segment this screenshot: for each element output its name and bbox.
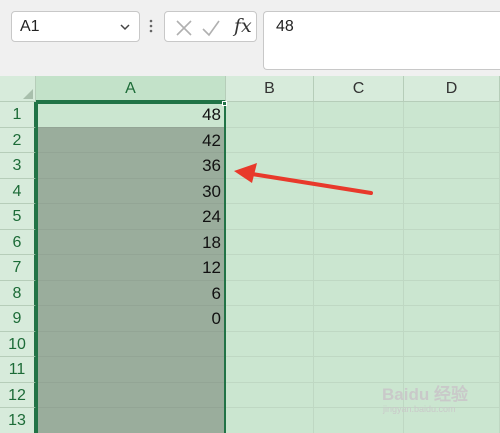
select-all-icon <box>23 89 33 99</box>
formula-buttons: fx <box>164 11 257 42</box>
watermark: Baidu 经验 jingyan.baidu.com <box>378 380 496 430</box>
cell-a1[interactable]: 48 <box>37 102 225 128</box>
cell-d3[interactable] <box>404 153 500 179</box>
cell-d1[interactable] <box>404 102 500 128</box>
cell-b10[interactable] <box>226 331 314 357</box>
cell-b12[interactable] <box>226 382 314 408</box>
row-header-3[interactable]: 3 <box>0 153 36 179</box>
cell-b4[interactable] <box>226 178 314 204</box>
cell-d7[interactable] <box>404 255 500 281</box>
column-header-b[interactable]: B <box>226 76 314 102</box>
name-box-value: A1 <box>20 18 40 35</box>
watermark-brand: Baidu 经验 <box>382 385 468 404</box>
cell-a5[interactable]: 24 <box>37 204 225 230</box>
cell-b6[interactable] <box>226 229 314 255</box>
cell-c8[interactable] <box>314 280 404 306</box>
cell-a2[interactable]: 42 <box>37 127 225 153</box>
select-all-button[interactable] <box>0 76 36 102</box>
row-header-10[interactable]: 10 <box>0 331 36 357</box>
cell-b9[interactable] <box>226 306 314 332</box>
formula-bar: A1 fx 48 <box>0 0 500 76</box>
cell-c1[interactable] <box>314 102 404 128</box>
cell-d9[interactable] <box>404 306 500 332</box>
cell-c3[interactable] <box>314 153 404 179</box>
row-header-7[interactable]: 7 <box>0 255 36 281</box>
row-header-13[interactable]: 13 <box>0 408 36 433</box>
row-header-6[interactable]: 6 <box>0 229 36 255</box>
cell-d4[interactable] <box>404 178 500 204</box>
confirm-icon[interactable] <box>201 18 221 38</box>
cell-c6[interactable] <box>314 229 404 255</box>
chevron-down-icon[interactable] <box>119 21 131 33</box>
fill-handle[interactable] <box>222 101 227 106</box>
cell-d11[interactable] <box>404 357 500 383</box>
cell-a4[interactable]: 30 <box>37 178 225 204</box>
cell-b5[interactable] <box>226 204 314 230</box>
cell-d10[interactable] <box>404 331 500 357</box>
row-header-9[interactable]: 9 <box>0 306 36 332</box>
cell-b3[interactable] <box>226 153 314 179</box>
formula-content: 48 <box>276 18 294 35</box>
cell-a10[interactable] <box>37 331 225 357</box>
name-box[interactable]: A1 <box>11 11 140 42</box>
cell-d5[interactable] <box>404 204 500 230</box>
cell-b2[interactable] <box>226 127 314 153</box>
cell-a3[interactable]: 36 <box>37 153 225 179</box>
cell-b13[interactable] <box>226 408 314 433</box>
cell-a7[interactable]: 12 <box>37 255 225 281</box>
cell-a9[interactable]: 0 <box>37 306 225 332</box>
cell-c9[interactable] <box>314 306 404 332</box>
cell-a8[interactable]: 6 <box>37 280 225 306</box>
row-header-8[interactable]: 8 <box>0 280 36 306</box>
formula-input[interactable]: 48 <box>263 11 500 70</box>
cell-d2[interactable] <box>404 127 500 153</box>
insert-function-icon[interactable]: fx <box>234 15 252 37</box>
column-header-a[interactable]: A <box>36 76 226 102</box>
row-header-5[interactable]: 5 <box>0 204 36 230</box>
cell-b8[interactable] <box>226 280 314 306</box>
cell-c5[interactable] <box>314 204 404 230</box>
row-header-12[interactable]: 12 <box>0 382 36 408</box>
cell-a12[interactable] <box>37 382 225 408</box>
cell-d6[interactable] <box>404 229 500 255</box>
cell-c10[interactable] <box>314 331 404 357</box>
row-header-4[interactable]: 4 <box>0 178 36 204</box>
cell-a6[interactable]: 18 <box>37 229 225 255</box>
cell-b11[interactable] <box>226 357 314 383</box>
cell-c11[interactable] <box>314 357 404 383</box>
cell-a11[interactable] <box>37 357 225 383</box>
cell-b1[interactable] <box>226 102 314 128</box>
row-header-11[interactable]: 11 <box>0 357 36 383</box>
cell-c7[interactable] <box>314 255 404 281</box>
cell-d8[interactable] <box>404 280 500 306</box>
watermark-url: jingyan.baidu.com <box>383 404 456 414</box>
cell-c2[interactable] <box>314 127 404 153</box>
row-header-2[interactable]: 2 <box>0 127 36 153</box>
row-header-1[interactable]: 1 <box>0 102 36 128</box>
cell-b7[interactable] <box>226 255 314 281</box>
cell-c4[interactable] <box>314 178 404 204</box>
cancel-icon[interactable] <box>174 18 194 38</box>
cell-a13[interactable] <box>37 408 225 433</box>
more-options-icon[interactable] <box>149 17 153 35</box>
column-header-c[interactable]: C <box>314 76 404 102</box>
column-header-d[interactable]: D <box>404 76 500 102</box>
